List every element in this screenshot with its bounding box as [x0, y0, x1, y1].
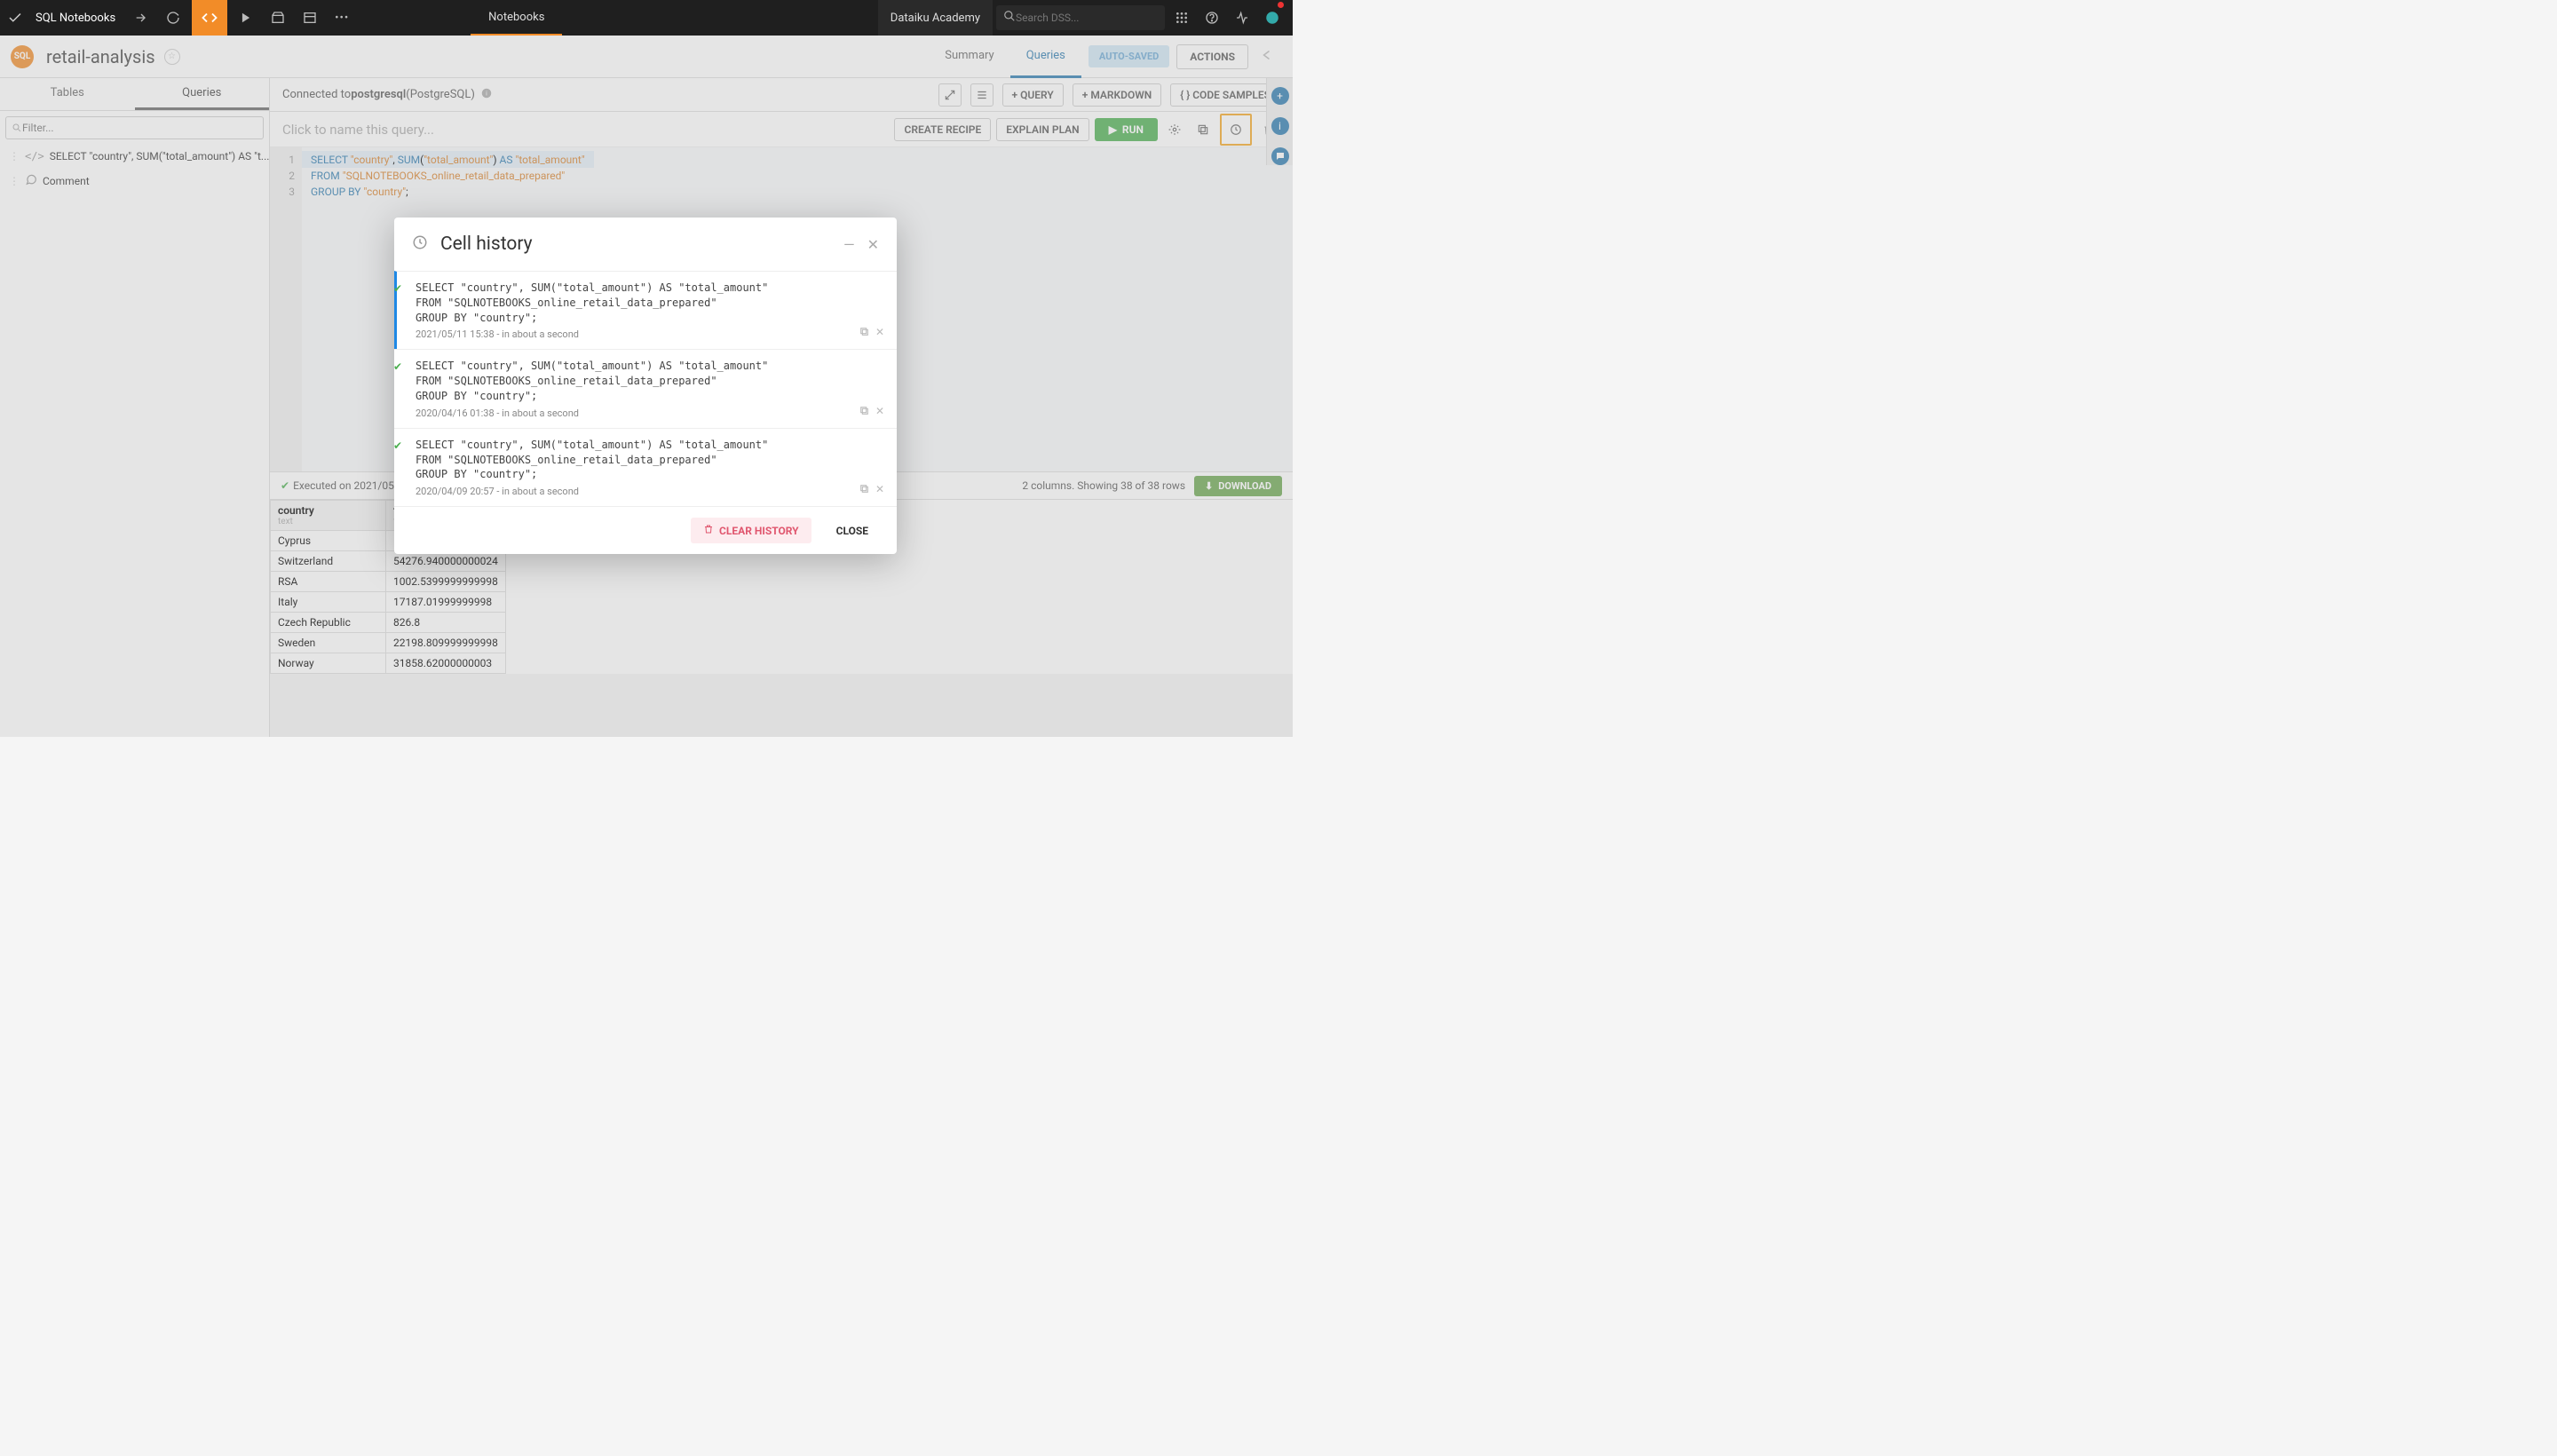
copy-entry-icon[interactable]	[859, 326, 870, 340]
activity-icon[interactable]	[1229, 0, 1255, 36]
history-sql: SELECT "country", SUM("total_amount") AS…	[416, 359, 881, 403]
history-sql: SELECT "country", SUM("total_amount") AS…	[416, 281, 881, 325]
check-icon: ✔	[393, 282, 402, 295]
close-button[interactable]: CLOSE	[824, 518, 881, 543]
copy-entry-icon[interactable]	[859, 483, 870, 497]
notifications-icon[interactable]	[1259, 0, 1286, 36]
delete-entry-icon[interactable]: ✕	[875, 483, 884, 497]
trash-icon	[703, 524, 714, 537]
modal-title: Cell history	[440, 233, 533, 255]
more-icon[interactable]: •••	[329, 0, 355, 36]
history-duration: - in about a second	[495, 408, 579, 419]
history-duration: - in about a second	[495, 486, 579, 497]
share-icon[interactable]	[128, 0, 154, 36]
brand-label: SQL Notebooks	[28, 12, 123, 25]
refresh-icon[interactable]	[160, 0, 186, 36]
history-timestamp: 2021/05/11 15:38	[416, 328, 495, 340]
copy-entry-icon[interactable]	[859, 405, 870, 419]
play-icon[interactable]	[233, 0, 259, 36]
minimize-icon[interactable]: —	[843, 236, 855, 253]
top-nav: SQL Notebooks ••• Notebooks Dataiku Acad…	[0, 0, 1293, 36]
layout-icon[interactable]	[297, 0, 323, 36]
inbox-icon[interactable]	[265, 0, 291, 36]
history-icon	[412, 234, 428, 254]
history-timestamp: 2020/04/16 01:38	[416, 408, 495, 419]
search-icon	[1003, 10, 1016, 26]
code-icon[interactable]	[192, 0, 227, 36]
history-duration: - in about a second	[495, 328, 579, 340]
delete-entry-icon[interactable]: ✕	[875, 326, 884, 340]
check-icon: ✔	[393, 439, 402, 452]
history-entry[interactable]: ✔ SELECT "country", SUM("total_amount") …	[394, 271, 897, 349]
cell-history-modal: Cell history — ✕ ✔ SELECT "country", SUM…	[394, 218, 897, 554]
tab-notebooks[interactable]: Notebooks	[471, 0, 562, 36]
history-timestamp: 2020/04/09 20:57	[416, 486, 495, 497]
history-entry[interactable]: ✔ SELECT "country", SUM("total_amount") …	[394, 428, 897, 506]
global-search[interactable]	[996, 5, 1165, 30]
history-sql: SELECT "country", SUM("total_amount") AS…	[416, 438, 881, 482]
check-icon: ✔	[393, 360, 402, 373]
academy-link[interactable]: Dataiku Academy	[878, 0, 993, 36]
help-icon[interactable]	[1199, 0, 1225, 36]
search-input[interactable]	[1016, 12, 1158, 24]
dataiku-logo-icon	[7, 10, 23, 26]
history-entry[interactable]: ✔ SELECT "country", SUM("total_amount") …	[394, 349, 897, 427]
delete-entry-icon[interactable]: ✕	[875, 405, 884, 419]
clear-label: CLEAR HISTORY	[719, 525, 799, 537]
close-icon[interactable]: ✕	[867, 236, 879, 253]
apps-icon[interactable]	[1168, 0, 1195, 36]
clear-history-button[interactable]: CLEAR HISTORY	[691, 518, 811, 543]
